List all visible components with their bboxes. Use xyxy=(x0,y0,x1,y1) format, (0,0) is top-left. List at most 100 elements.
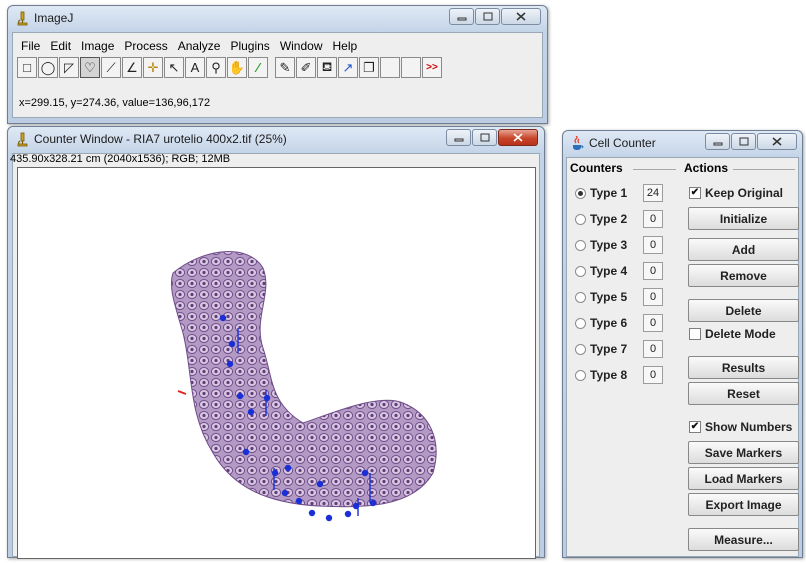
radio-button[interactable] xyxy=(575,239,586,251)
radio-button[interactable] xyxy=(575,317,586,329)
menu-analyze[interactable]: Analyze xyxy=(174,39,227,53)
menu-edit[interactable]: Edit xyxy=(46,39,77,53)
menu-image[interactable]: Image xyxy=(77,39,120,53)
maximize-button[interactable] xyxy=(731,133,756,150)
counter-type-4[interactable]: Type 4 xyxy=(575,262,627,280)
add-button[interactable]: Add xyxy=(688,238,799,261)
angle-tool-icon[interactable]: ∠ xyxy=(122,57,142,78)
actions-group-line xyxy=(733,169,795,170)
counter-value: 0 xyxy=(643,288,663,306)
magnifier-tool-icon[interactable]: ⚲ xyxy=(206,57,226,78)
minimize-button[interactable] xyxy=(705,133,730,150)
close-icon xyxy=(516,12,526,21)
more-tools-icon[interactable]: >> xyxy=(422,57,442,78)
counter-type-5[interactable]: Type 5 xyxy=(575,288,627,306)
dropper-tool-icon[interactable]: ⁄ xyxy=(248,57,268,78)
counter-type-2[interactable]: Type 2 xyxy=(575,210,627,228)
red-annotation-mark xyxy=(177,390,187,395)
minimize-button[interactable] xyxy=(449,8,474,25)
oval-tool-icon[interactable]: ◯ xyxy=(38,57,58,78)
checkbox-unchecked-icon xyxy=(689,328,701,340)
pencil-tool-icon[interactable]: ✎ xyxy=(275,57,295,78)
close-button[interactable] xyxy=(498,129,538,146)
counter-type-6[interactable]: Type 6 xyxy=(575,314,627,332)
close-button[interactable] xyxy=(501,8,541,25)
checkbox-label: Keep Original xyxy=(705,186,784,200)
maximize-icon xyxy=(483,12,492,21)
minimize-icon xyxy=(457,17,466,20)
delete-button[interactable]: Delete xyxy=(688,299,799,322)
imagej-titlebar[interactable]: ImageJ xyxy=(8,6,547,32)
image-canvas[interactable] xyxy=(17,167,536,559)
maximize-icon xyxy=(739,137,748,146)
flood-fill-tool-icon[interactable]: ⛾ xyxy=(317,57,337,78)
measure-button[interactable]: Measure... xyxy=(688,528,799,551)
minimize-button[interactable] xyxy=(446,129,471,146)
remove-button[interactable]: Remove xyxy=(688,264,799,287)
counter-type-1[interactable]: Type 1 xyxy=(575,184,627,202)
results-button[interactable]: Results xyxy=(688,356,799,379)
counter-label: Type 1 xyxy=(590,186,628,200)
minimize-icon xyxy=(713,142,722,145)
tissue-image[interactable] xyxy=(18,168,535,558)
radio-button[interactable] xyxy=(575,291,586,303)
menu-file[interactable]: File xyxy=(17,39,46,53)
checkbox-checked-icon: ✔ xyxy=(689,421,701,433)
cell-counter-titlebar[interactable]: Cell Counter xyxy=(563,131,802,157)
menu-process[interactable]: Process xyxy=(120,39,173,53)
counter-image-window: Counter Window - RIA7 urotelio 400x2.tif… xyxy=(7,126,545,559)
brush-tool-icon[interactable]: ✐ xyxy=(296,57,316,78)
close-icon xyxy=(772,137,782,146)
blank-tool-1-icon[interactable] xyxy=(380,57,400,78)
polygon-tool-icon[interactable]: ◸ xyxy=(59,57,79,78)
image-info: 435.90x328.21 cm (2040x1536); RGB; 12MB xyxy=(10,153,231,165)
java-coffee-icon xyxy=(573,136,584,150)
radio-button[interactable] xyxy=(575,343,586,355)
counter-value: 0 xyxy=(643,262,663,280)
imagej-title: ImageJ xyxy=(34,11,74,25)
radio-button[interactable] xyxy=(575,369,586,381)
initialize-button[interactable]: Initialize xyxy=(688,207,799,230)
reset-button[interactable]: Reset xyxy=(688,382,799,405)
blank-tool-2-icon[interactable] xyxy=(401,57,421,78)
close-icon xyxy=(513,133,523,142)
checkbox-checked-icon: ✔ xyxy=(689,187,701,199)
counter-label: Type 3 xyxy=(590,238,628,252)
counter-type-7[interactable]: Type 7 xyxy=(575,340,627,358)
keep-original-checkbox[interactable]: ✔ Keep Original xyxy=(689,184,783,202)
counter-type-3[interactable]: Type 3 xyxy=(575,236,627,254)
radio-button[interactable] xyxy=(575,265,586,277)
maximize-button[interactable] xyxy=(475,8,500,25)
minimize-icon xyxy=(454,138,463,141)
counter-window-titlebar[interactable]: Counter Window - RIA7 urotelio 400x2.tif… xyxy=(8,127,544,153)
microscope-icon xyxy=(17,11,28,26)
wand-tool-icon[interactable]: ↖ xyxy=(164,57,184,78)
menu-window[interactable]: Window xyxy=(276,39,329,53)
freehand-tool-icon[interactable]: ♡ xyxy=(80,57,100,78)
checkbox-label: Delete Mode xyxy=(705,327,776,341)
delete-mode-checkbox[interactable]: Delete Mode xyxy=(689,325,776,343)
rectangle-tool-icon[interactable]: □ xyxy=(17,57,37,78)
show-numbers-checkbox[interactable]: ✔ Show Numbers xyxy=(689,418,792,436)
export-image-button[interactable]: Export Image xyxy=(688,493,799,516)
menu-plugins[interactable]: Plugins xyxy=(226,39,275,53)
maximize-icon xyxy=(480,133,489,142)
point-tool-icon[interactable]: ✛ xyxy=(143,57,163,78)
load-markers-button[interactable]: Load Markers xyxy=(688,467,799,490)
save-markers-button[interactable]: Save Markers xyxy=(688,441,799,464)
text-tool-icon[interactable]: A xyxy=(185,57,205,78)
maximize-button[interactable] xyxy=(472,129,497,146)
counter-value: 0 xyxy=(643,340,663,358)
hand-tool-icon[interactable]: ✋ xyxy=(227,57,247,78)
close-button[interactable] xyxy=(757,133,797,150)
counter-type-8[interactable]: Type 8 xyxy=(575,366,627,384)
radio-button[interactable] xyxy=(575,213,586,225)
counter-value: 24 xyxy=(643,184,663,202)
radio-button-selected[interactable] xyxy=(575,187,586,199)
menu-help[interactable]: Help xyxy=(329,39,364,53)
line-tool-icon[interactable]: ⟋ xyxy=(101,57,121,78)
arrow-tool-icon[interactable]: ↗ xyxy=(338,57,358,78)
cell-counter-title: Cell Counter xyxy=(589,136,656,150)
cell-counter-client: Counters Actions Type 1 24 Type 2 0 Type… xyxy=(566,157,799,557)
developer-menu-icon[interactable]: ❐ xyxy=(359,57,379,78)
